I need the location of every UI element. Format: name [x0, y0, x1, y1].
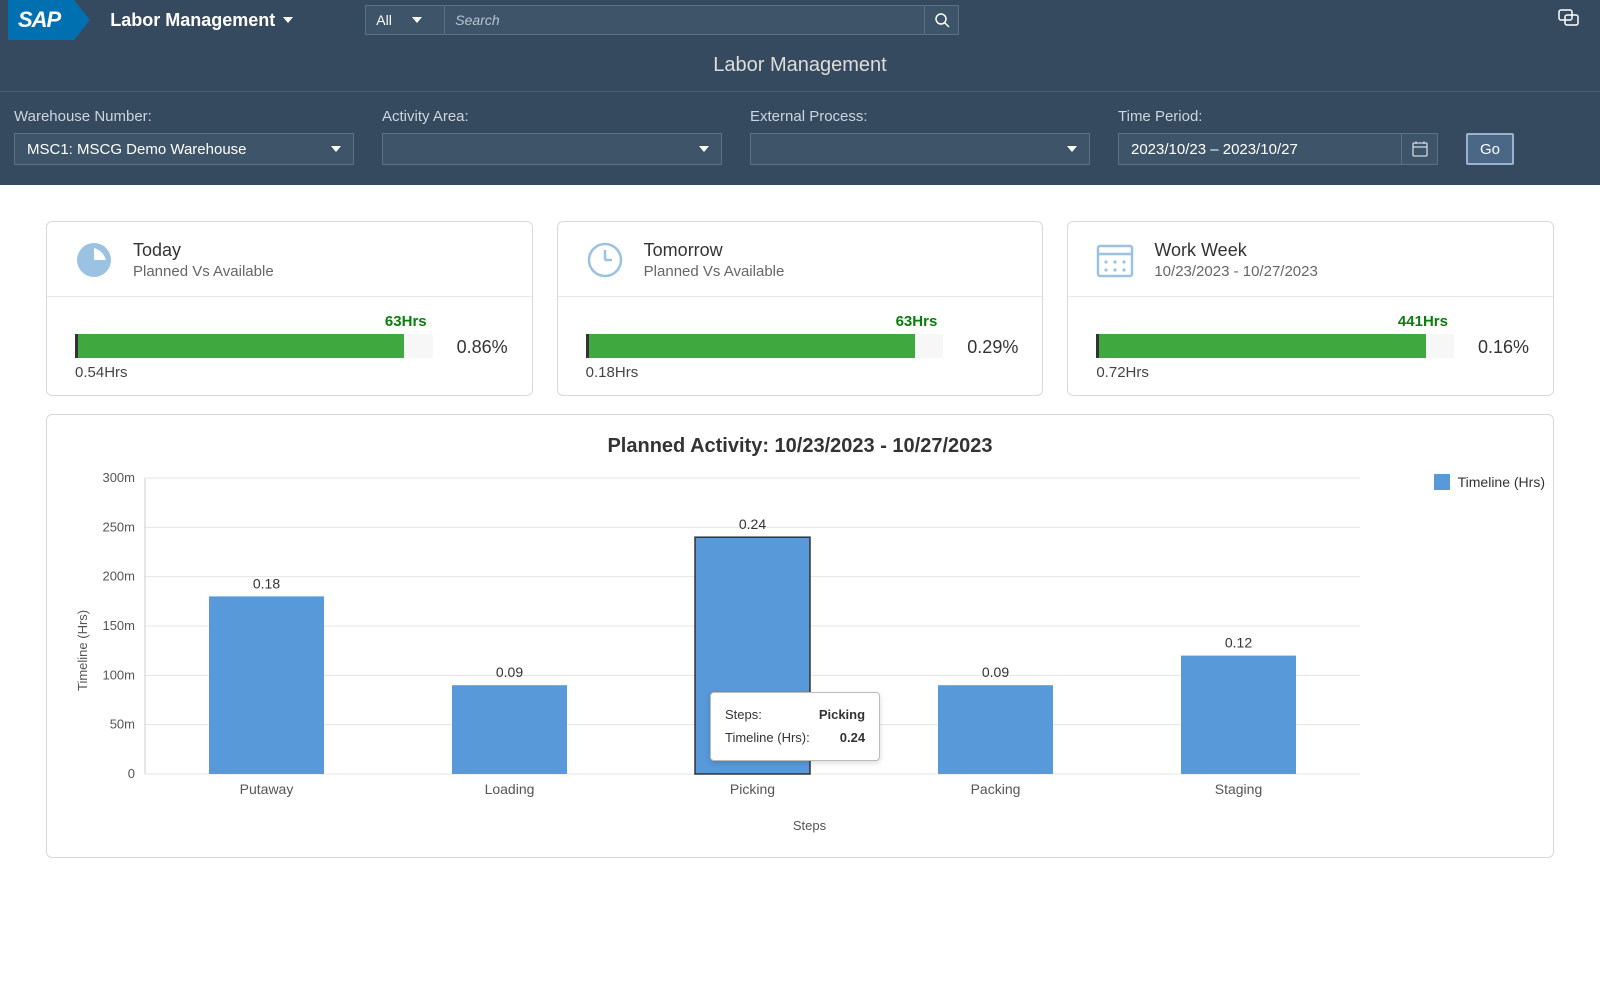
- clock-icon: [75, 241, 113, 279]
- chart-x-axis-label: Steps: [90, 818, 1529, 833]
- filter-period: Time Period:: [1118, 108, 1438, 165]
- kpi-progress-bar: [75, 334, 433, 358]
- warehouse-value: MSC1: MSCG Demo Warehouse: [27, 141, 247, 158]
- svg-text:0.12: 0.12: [1225, 635, 1252, 651]
- chat-button[interactable]: [1558, 9, 1580, 32]
- svg-text:300m: 300m: [102, 470, 135, 485]
- kpi-subtitle: Planned Vs Available: [133, 263, 274, 280]
- filter-label: External Process:: [750, 108, 1090, 125]
- chart-tooltip: Steps: Picking Timeline (Hrs): 0.24: [710, 692, 880, 761]
- activity-dropdown[interactable]: [382, 133, 722, 165]
- legend-swatch: [1434, 474, 1450, 490]
- chevron-down-icon: [331, 146, 341, 152]
- chat-icon: [1558, 9, 1580, 29]
- clock-outline-icon: [586, 241, 624, 279]
- svg-text:Loading: Loading: [485, 781, 535, 797]
- search-icon: [934, 12, 950, 28]
- tooltip-value: 0.24: [840, 726, 865, 749]
- kpi-bar-fill: [589, 334, 915, 358]
- svg-text:0.09: 0.09: [982, 664, 1009, 680]
- calendar-button[interactable]: [1402, 133, 1438, 165]
- tooltip-label: Steps:: [725, 703, 762, 726]
- svg-text:Picking: Picking: [730, 781, 775, 797]
- kpi-percentage: 0.29%: [967, 337, 1018, 358]
- tooltip-value: Picking: [819, 703, 865, 726]
- content-area: Today Planned Vs Available 63Hrs 0.54Hrs…: [0, 185, 1600, 878]
- kpi-row: Today Planned Vs Available 63Hrs 0.54Hrs…: [46, 221, 1554, 396]
- chevron-down-icon: [699, 146, 709, 152]
- search-button[interactable]: [925, 5, 959, 35]
- page-title: Labor Management: [0, 40, 1600, 92]
- chart-title: Planned Activity: 10/23/2023 - 10/27/202…: [71, 435, 1529, 458]
- kpi-bottom-label: 0.18Hrs: [586, 364, 944, 381]
- period-input[interactable]: [1118, 133, 1402, 165]
- kpi-title: Work Week: [1154, 240, 1317, 261]
- search-scope-label: All: [376, 12, 392, 28]
- legend-label: Timeline (Hrs): [1458, 474, 1545, 490]
- kpi-subtitle: 10/23/2023 - 10/27/2023: [1154, 263, 1317, 280]
- calendar-week-icon: [1096, 241, 1134, 279]
- app-title-label: Labor Management: [110, 10, 275, 31]
- kpi-top-label: 63Hrs: [586, 313, 938, 330]
- search-scope-dropdown[interactable]: All: [365, 5, 445, 35]
- app-title-dropdown[interactable]: Labor Management: [110, 10, 293, 31]
- search-input[interactable]: [445, 5, 925, 35]
- kpi-bottom-label: 0.54Hrs: [75, 364, 433, 381]
- kpi-bar-fill: [78, 334, 404, 358]
- svg-text:Putaway: Putaway: [240, 781, 294, 797]
- chart-card: Planned Activity: 10/23/2023 - 10/27/202…: [46, 414, 1554, 858]
- svg-text:Packing: Packing: [971, 781, 1021, 797]
- filter-label: Activity Area:: [382, 108, 722, 125]
- kpi-percentage: 0.86%: [457, 337, 508, 358]
- chevron-down-icon: [412, 17, 422, 23]
- svg-text:100m: 100m: [102, 667, 135, 682]
- svg-text:50m: 50m: [110, 717, 135, 732]
- filter-external: External Process:: [750, 108, 1090, 165]
- svg-text:150m: 150m: [102, 618, 135, 633]
- top-header: SAP Labor Management All: [0, 0, 1600, 40]
- filter-label: Warehouse Number:: [14, 108, 354, 125]
- kpi-top-label: 63Hrs: [75, 313, 427, 330]
- kpi-progress-bar: [586, 334, 944, 358]
- calendar-icon: [1412, 141, 1428, 157]
- external-dropdown[interactable]: [750, 133, 1090, 165]
- kpi-progress-bar: [1096, 334, 1454, 358]
- kpi-bar-fill: [1099, 334, 1425, 358]
- filter-activity: Activity Area:: [382, 108, 722, 165]
- chevron-down-icon: [1067, 146, 1077, 152]
- kpi-title: Today: [133, 240, 274, 261]
- kpi-card-today: Today Planned Vs Available 63Hrs 0.54Hrs…: [46, 221, 533, 396]
- search-group: All: [365, 5, 959, 35]
- filter-label: Time Period:: [1118, 108, 1438, 125]
- kpi-card-tomorrow: Tomorrow Planned Vs Available 63Hrs 0.18…: [557, 221, 1044, 396]
- kpi-top-label: 441Hrs: [1096, 313, 1448, 330]
- svg-text:250m: 250m: [102, 519, 135, 534]
- kpi-bottom-label: 0.72Hrs: [1096, 364, 1454, 381]
- kpi-percentage: 0.16%: [1478, 337, 1529, 358]
- go-button[interactable]: Go: [1466, 133, 1514, 165]
- chevron-down-icon: [283, 17, 293, 23]
- svg-text:Staging: Staging: [1215, 781, 1262, 797]
- kpi-card-workweek: Work Week 10/23/2023 - 10/27/2023 441Hrs…: [1067, 221, 1554, 396]
- kpi-subtitle: Planned Vs Available: [644, 263, 785, 280]
- svg-text:0.09: 0.09: [496, 664, 523, 680]
- tooltip-label: Timeline (Hrs):: [725, 726, 810, 749]
- svg-text:0: 0: [128, 766, 135, 781]
- filter-warehouse: Warehouse Number: MSC1: MSCG Demo Wareho…: [14, 108, 354, 165]
- filter-bar: Warehouse Number: MSC1: MSCG Demo Wareho…: [0, 92, 1600, 185]
- svg-text:0.18: 0.18: [253, 575, 280, 591]
- chart-y-axis-label: Timeline (Hrs): [71, 468, 90, 833]
- sap-logo: SAP: [8, 0, 74, 40]
- kpi-title: Tomorrow: [644, 240, 785, 261]
- chart-legend: Timeline (Hrs): [1434, 474, 1545, 490]
- svg-text:200m: 200m: [102, 569, 135, 584]
- svg-text:0.24: 0.24: [739, 516, 766, 532]
- warehouse-dropdown[interactable]: MSC1: MSCG Demo Warehouse: [14, 133, 354, 165]
